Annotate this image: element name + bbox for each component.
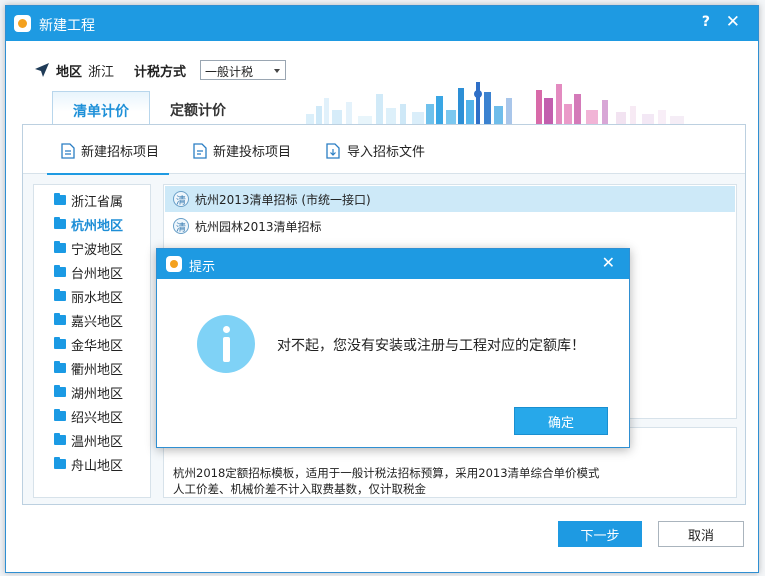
region-item[interactable]: 浙江省属 — [54, 189, 123, 211]
new-tender-button[interactable]: 新建招标项目 — [46, 141, 170, 175]
template-item[interactable]: 清 杭州园林2013清单招标 — [165, 213, 735, 239]
region-item[interactable]: 丽水地区 — [54, 285, 123, 307]
region-list: 浙江省属 杭州地区 宁波地区 台州地区 丽水地区 嘉兴地区 金华地区 衢州地区 … — [33, 184, 151, 498]
tax-method-select[interactable]: 一般计税 — [200, 60, 287, 80]
folder-icon — [54, 337, 66, 349]
help-button[interactable]: ? — [702, 14, 710, 30]
project-toolbar: 新建招标项目 新建投标项目 导入招标文件 — [23, 125, 745, 175]
ok-button[interactable]: 确定 — [514, 407, 608, 435]
template-label: 杭州2013清单招标 (市统一接口) — [195, 192, 371, 207]
skyline-banner — [306, 82, 684, 128]
description-line: 杭州2018定额招标模板，适用于一般计税法招标预算，采用2013清单综合单价模式 — [173, 466, 600, 480]
region-item[interactable]: 台州地区 — [54, 261, 123, 283]
template-item[interactable]: 清 杭州2013清单招标 (市统一接口) — [165, 186, 735, 212]
region-item[interactable]: 宁波地区 — [54, 237, 123, 259]
import-file-icon — [326, 142, 340, 159]
info-icon — [197, 315, 255, 373]
location-arrow-icon — [35, 63, 49, 77]
new-tender-label: 新建招标项目 — [81, 145, 160, 160]
region-item[interactable]: 衢州地区 — [54, 357, 123, 379]
dialog-title: 新建工程 — [39, 18, 95, 34]
region-item[interactable]: 舟山地区 — [54, 453, 123, 475]
import-tender-label: 导入招标文件 — [347, 145, 426, 160]
folder-icon — [54, 193, 66, 205]
folder-icon — [54, 241, 66, 253]
bill-badge-icon: 清 — [173, 191, 189, 207]
tab-quota-pricing[interactable]: 定额计价 — [150, 91, 246, 125]
folder-icon — [54, 433, 66, 445]
pricing-tabs: 清单计价 定额计价 — [52, 91, 246, 125]
app-logo-icon — [14, 15, 31, 32]
alert-titlebar: 提示 ✕ — [157, 249, 629, 279]
tab-bill-pricing[interactable]: 清单计价 — [52, 91, 150, 125]
folder-icon — [54, 457, 66, 469]
region-row: 地区 浙江 计税方式 一般计税 — [34, 58, 287, 82]
region-item[interactable]: 杭州地区 — [54, 213, 123, 235]
region-item[interactable]: 绍兴地区 — [54, 405, 123, 427]
app-logo-icon — [166, 256, 182, 272]
folder-icon — [54, 409, 66, 421]
import-tender-button[interactable]: 导入招标文件 — [326, 141, 425, 160]
alert-title: 提示 — [189, 260, 216, 275]
region-value[interactable]: 浙江 — [88, 61, 114, 80]
folder-icon — [54, 265, 66, 277]
document-edit-icon — [193, 142, 207, 159]
close-button[interactable]: ✕ — [726, 12, 740, 32]
description-text: 杭州2018定额招标模板，适用于一般计税法招标预算，采用2013清单综合单价模式… — [173, 465, 723, 497]
alert-close-button[interactable]: ✕ — [602, 253, 615, 272]
region-item[interactable]: 嘉兴地区 — [54, 309, 123, 331]
folder-icon — [54, 313, 66, 325]
template-label: 杭州园林2013清单招标 — [195, 219, 322, 234]
description-line: 人工价差、机械价差不计入取费基数，仅计取税金 — [173, 482, 426, 496]
bill-badge-icon: 清 — [173, 218, 189, 234]
folder-icon — [54, 289, 66, 301]
folder-icon — [54, 361, 66, 373]
region-item[interactable]: 金华地区 — [54, 333, 123, 355]
new-bid-button[interactable]: 新建投标项目 — [193, 141, 291, 160]
region-item[interactable]: 湖州地区 — [54, 381, 123, 403]
cancel-button[interactable]: 取消 — [658, 521, 744, 547]
folder-icon — [54, 385, 66, 397]
alert-message: 对不起，您没有安装或注册与工程对应的定额库！ — [277, 338, 585, 354]
document-icon — [61, 142, 75, 159]
tax-method-label: 计税方式 — [134, 64, 187, 80]
region-label: 地区 — [56, 64, 83, 80]
new-bid-label: 新建投标项目 — [213, 145, 292, 160]
dialog-titlebar: 新建工程 ? ✕ — [6, 6, 758, 41]
folder-icon — [54, 217, 66, 229]
next-button[interactable]: 下一步 — [558, 521, 642, 547]
region-item[interactable]: 温州地区 — [54, 429, 123, 451]
alert-dialog: 提示 ✕ 对不起，您没有安装或注册与工程对应的定额库！ 确定 — [156, 248, 630, 448]
